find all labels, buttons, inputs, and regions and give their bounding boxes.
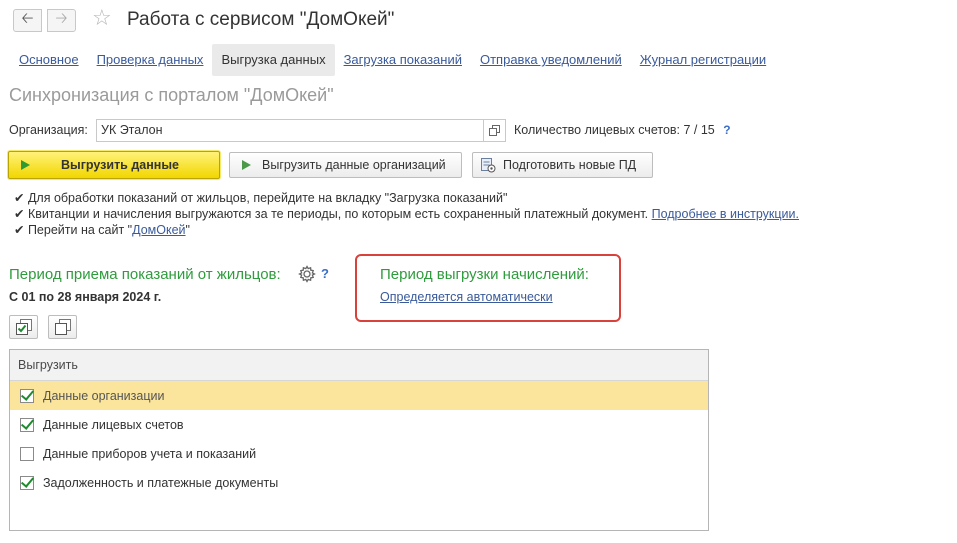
tab-notifications[interactable]: Отправка уведомлений xyxy=(471,44,631,76)
site-link[interactable]: ДомОкей xyxy=(132,223,185,237)
organization-label: Организация: xyxy=(9,123,88,137)
note-readings: ✔ Для обработки показаний от жильцов, пе… xyxy=(14,191,508,205)
row-label: Данные организации xyxy=(43,388,165,403)
play-icon xyxy=(21,160,30,170)
row-checkbox[interactable] xyxy=(20,417,34,432)
page-title: Работа с сервисом "ДомОкей" xyxy=(127,9,395,30)
note-site: ✔ Перейти на сайт "ДомОкей" xyxy=(14,222,190,238)
row-label: Задолженность и платежные документы xyxy=(43,475,279,490)
open-window-icon xyxy=(489,125,500,136)
upload-data-label: Выгрузить данные xyxy=(61,158,179,172)
tab-bar: Основное Проверка данных Выгрузка данных… xyxy=(10,44,775,76)
uncheck-all-icon xyxy=(54,319,71,335)
play-icon xyxy=(242,160,251,170)
accounts-count-text: Количество лицевых счетов: 7 / 15 xyxy=(514,123,715,137)
tab-data-upload[interactable]: Выгрузка данных xyxy=(212,44,335,76)
table-row[interactable]: Данные лицевых счетов xyxy=(10,410,708,439)
table-header: Выгрузить xyxy=(10,350,708,381)
back-button[interactable]: 🡠 xyxy=(13,9,42,32)
tab-main[interactable]: Основное xyxy=(10,44,88,76)
table-row[interactable]: Данные приборов учета и показаний xyxy=(10,439,708,468)
note-site-prefix: ✔ Перейти на сайт " xyxy=(14,223,133,237)
row-checkbox[interactable] xyxy=(20,388,34,403)
gear-icon[interactable] xyxy=(298,265,316,283)
tab-data-check[interactable]: Проверка данных xyxy=(88,44,213,76)
accounts-count: Количество лицевых счетов: 7 / 15 ? xyxy=(514,121,731,139)
tab-readings-load[interactable]: Загрузка показаний xyxy=(335,44,471,76)
charges-period-title: Период выгрузки начислений: xyxy=(380,266,589,283)
readings-period-value: С 01 по 28 января 2024 г. xyxy=(9,290,162,304)
upload-data-button[interactable]: Выгрузить данные xyxy=(8,151,220,179)
row-checkbox[interactable] xyxy=(20,475,34,490)
accounts-help-icon[interactable]: ? xyxy=(723,123,730,137)
arrow-right-icon: 🡢 xyxy=(55,9,68,27)
table-row[interactable]: Данные организации xyxy=(10,381,708,410)
star-icon[interactable]: ☆ xyxy=(92,6,112,32)
row-label: Данные приборов учета и показаний xyxy=(43,446,257,461)
section-title: Синхронизация с порталом "ДомОкей" xyxy=(9,85,334,105)
instructions-link[interactable]: Подробнее в инструкции. xyxy=(652,207,799,221)
readings-period-title: Период приема показаний от жильцов: xyxy=(9,266,281,283)
readings-help-icon[interactable]: ? xyxy=(321,266,329,281)
check-all-icon xyxy=(15,319,32,335)
table-row[interactable]: Задолженность и платежные документы xyxy=(10,468,708,497)
upload-org-data-label: Выгрузить данные организаций xyxy=(262,158,446,172)
row-label: Данные лицевых счетов xyxy=(43,417,184,432)
upload-table: Выгрузить Данные организации Данные лице… xyxy=(9,349,709,531)
forward-button[interactable]: 🡢 xyxy=(47,9,76,32)
upload-org-data-button[interactable]: Выгрузить данные организаций xyxy=(229,152,462,178)
note-site-suffix: " xyxy=(185,223,190,237)
row-checkbox[interactable] xyxy=(20,446,34,461)
charges-period-link[interactable]: Определяется автоматически xyxy=(380,289,553,305)
arrow-left-icon: 🡠 xyxy=(21,9,34,27)
check-all-button[interactable] xyxy=(9,315,38,339)
tab-registration-log[interactable]: Журнал регистрации xyxy=(631,44,775,76)
note-receipts: ✔ Квитанции и начисления выгружаются за … xyxy=(14,206,799,222)
open-organization-button[interactable] xyxy=(484,119,506,142)
note-receipts-text: ✔ Квитанции и начисления выгружаются за … xyxy=(14,207,649,221)
prepare-payment-docs-button[interactable]: Подготовить новые ПД xyxy=(472,152,653,178)
organization-field[interactable]: УК Эталон xyxy=(96,119,484,142)
prepare-payment-docs-label: Подготовить новые ПД xyxy=(503,158,637,172)
uncheck-all-button[interactable] xyxy=(48,315,77,339)
document-gear-icon xyxy=(481,158,496,173)
